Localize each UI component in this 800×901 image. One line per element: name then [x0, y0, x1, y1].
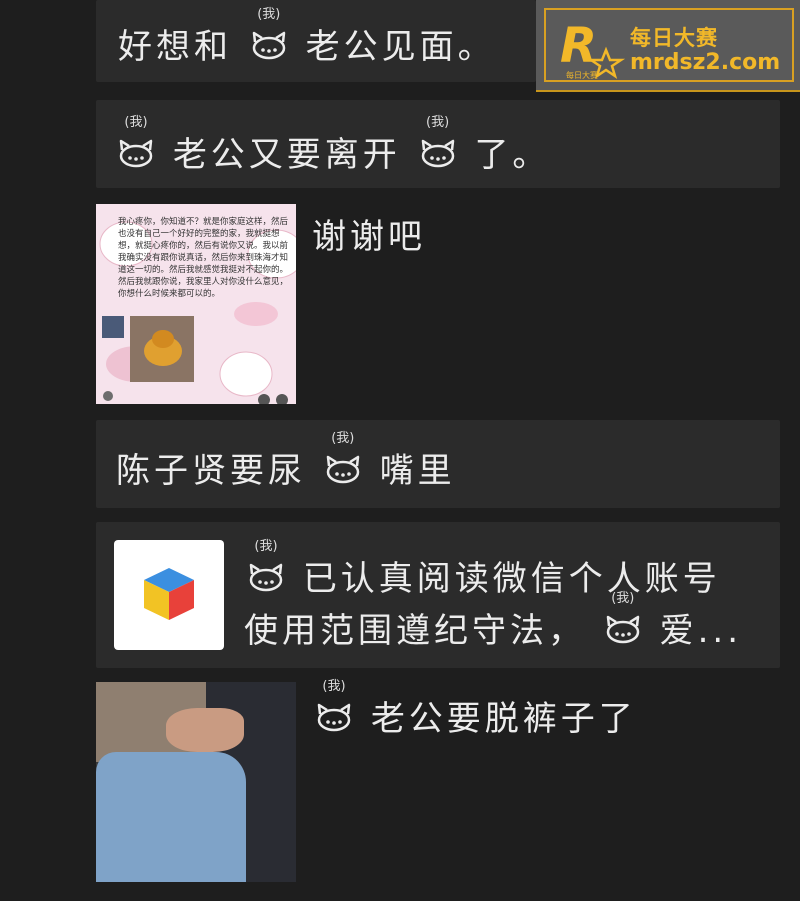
message-text-3: 谢谢吧 — [312, 217, 426, 257]
hello-kitty-icon: (我) — [249, 8, 289, 62]
message-text: 老公又要离开 — [172, 135, 401, 175]
kitty-label: (我) — [257, 7, 281, 22]
avatar — [102, 316, 124, 338]
hello-kitty-icon: (我) — [418, 116, 458, 170]
chat-screenshot-thumbnail[interactable]: 我心疼你，你知道不？就是你家庭这样，然后也没有自己一个好好的完整的家，我就挺想想… — [96, 204, 296, 404]
watermark-brand: 每日大赛 — [630, 26, 718, 50]
brand-logo-icon: R 每日大赛 — [560, 18, 626, 80]
kitty-label: (我) — [124, 115, 148, 130]
message-text: 了。 — [474, 135, 551, 175]
kitty-label: (我) — [426, 115, 450, 130]
message-text: 陈子贤要尿 — [116, 451, 306, 491]
message-card-4[interactable]: 陈子贤要尿 (我) 嘴里 — [96, 420, 780, 508]
message-text: 老公见面。 — [305, 27, 496, 67]
message-card-2[interactable]: (我) 老公又要离开 (我) 了。 — [96, 100, 780, 188]
message-card-1[interactable]: 好想和 (我) 老公见面。 — [96, 0, 536, 82]
message-text: 好想和 — [118, 27, 232, 67]
message-text: 已认真阅读微信个人账号 — [302, 559, 721, 599]
photo-thumbnail[interactable] — [96, 682, 296, 882]
message-text: 老公要脱裤子了 — [370, 699, 637, 739]
message-card-5[interactable]: (我) 已认真阅读微信个人账号 使用范围遵纪守法， (我) 爱... — [96, 522, 780, 668]
photo-thumbnail — [130, 316, 194, 382]
hello-kitty-icon: (我) — [323, 432, 363, 486]
kitty-label: (我) — [611, 591, 635, 606]
watermark: R 每日大赛 每日大赛 mrdsz2.com — [536, 0, 800, 92]
message-text: 爱... — [659, 611, 743, 651]
hello-kitty-icon: (我) — [314, 680, 354, 734]
hello-kitty-icon: (我) — [116, 116, 156, 170]
app-icon — [114, 540, 224, 650]
message-text: 使用范围遵纪守法， — [244, 611, 586, 651]
kitty-label: (我) — [322, 679, 346, 694]
thumbnail-text: 我心疼你，你知道不？就是你家庭这样，然后也没有自己一个好好的完整的家，我就挺想想… — [118, 217, 289, 299]
kitty-label: (我) — [254, 539, 278, 554]
hello-kitty-icon: (我) — [246, 540, 286, 594]
svg-text:每日大赛: 每日大赛 — [566, 70, 598, 80]
cube-logo-icon — [144, 568, 194, 620]
watermark-url: mrdsz2.com — [630, 50, 781, 75]
svg-text:R: R — [560, 18, 597, 74]
hello-kitty-icon: (我) — [603, 592, 643, 646]
kitty-label: (我) — [331, 431, 355, 446]
message-text: 嘴里 — [379, 451, 456, 491]
